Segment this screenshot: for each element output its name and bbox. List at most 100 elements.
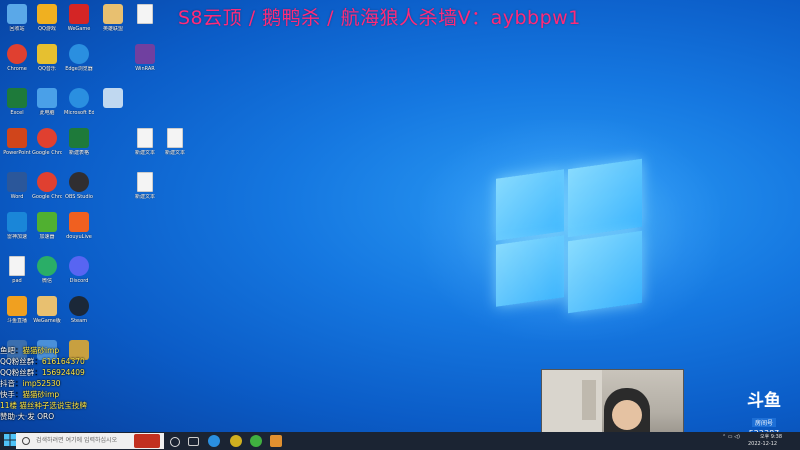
desktop-icon-label: douyuLive xyxy=(66,234,92,240)
edge-icon xyxy=(69,44,89,64)
desktop-icon-label: WeGame xyxy=(67,26,91,32)
overlay-line: 11楼 猫丝种子选说宝技牌 xyxy=(0,401,87,410)
desktop-icon[interactable]: 新建文本 xyxy=(160,128,190,156)
desktop-icon-label: Chrome xyxy=(7,66,27,72)
desktop-icon[interactable]: Steam xyxy=(64,296,94,324)
tray-icons[interactable]: ⌃ ▭ ◁) xyxy=(722,434,740,440)
desktop-icon[interactable]: OBS Studio xyxy=(64,172,94,200)
room-tag: 房间号 xyxy=(751,418,776,427)
desktop-icon-label: QQ游戏 xyxy=(38,26,56,32)
desktop-icon-label: WeGame版 xyxy=(33,318,61,324)
excel-icon xyxy=(69,128,89,148)
desktop-icon[interactable] xyxy=(98,88,128,110)
file-icon xyxy=(167,128,183,148)
chrome-icon xyxy=(7,44,27,64)
overlay-line: 抖音：imp52530 xyxy=(0,379,61,388)
clock-time[interactable]: 오후 9:38 xyxy=(760,433,782,440)
desktop-icon[interactable]: 加速器 xyxy=(32,212,62,240)
desktop-icon[interactable]: 微信 xyxy=(32,256,62,284)
file-icon xyxy=(137,172,153,192)
desktop-icon[interactable] xyxy=(130,4,160,26)
excel-icon xyxy=(7,88,27,108)
obs-icon xyxy=(69,172,89,192)
taskbar: 검색하려면 여기에 입력하십시오 ⌃ ▭ ◁) 오후 9:38 2022-12-… xyxy=(0,432,800,450)
desktop-icon[interactable]: Excel xyxy=(2,88,32,116)
douyu-logo: 斗鱼 xyxy=(747,391,781,411)
desktop-icon-label: 新建文本 xyxy=(164,150,185,156)
desktop-icon[interactable]: WeGame xyxy=(64,4,94,32)
desktop-icon-label: 新建文本 xyxy=(134,194,155,200)
desktop-icon[interactable]: Microsoft Edge xyxy=(64,88,94,116)
wechat-icon xyxy=(37,256,57,276)
app-icon xyxy=(37,212,57,232)
task-view-icon[interactable] xyxy=(170,437,180,447)
desktop-icon-label: Discord xyxy=(69,278,89,284)
desktop-icon[interactable]: Chrome xyxy=(2,44,32,72)
desktop-icon-label: 新建表格 xyxy=(68,150,89,156)
desktop-icon-label: Edge浏览器 xyxy=(65,66,93,72)
file-icon xyxy=(137,4,153,24)
desktop-icon-label: 回收站 xyxy=(9,26,25,32)
app-taskbar-icon[interactable] xyxy=(250,435,262,447)
desktop-icon-label: WinRAR xyxy=(135,66,155,72)
overlay-line: QQ粉丝群：616164370 xyxy=(0,357,85,366)
app-icon xyxy=(37,44,57,64)
edge-icon xyxy=(69,88,89,108)
desktop-icon-label: Steam xyxy=(70,318,88,324)
desktop-icon[interactable]: QQ游戏 xyxy=(32,4,62,32)
desktop-icon-label: Google Chrome xyxy=(32,194,62,200)
desktop-icon[interactable]: Word xyxy=(2,172,32,200)
computer-icon xyxy=(37,88,57,108)
desktop-icon-label: Google Chrome xyxy=(32,150,62,156)
desktop-icon-label: PowerPoint xyxy=(3,150,31,156)
stream-title-overlay: S8云顶 / 鹅鸭杀 / 航海狼人杀墙V：aybbpw1 xyxy=(178,7,581,29)
desktop-icon-label: 斗鱼直播 xyxy=(6,318,27,324)
desktop-icon[interactable]: Discord xyxy=(64,256,94,284)
app-icon xyxy=(7,212,27,232)
desktop-icon[interactable]: douyuLive xyxy=(64,212,94,240)
chrome-icon xyxy=(37,128,57,148)
app-icon xyxy=(37,296,57,316)
desktop-icon[interactable]: 此电脑 xyxy=(32,88,62,116)
desktop-icon-label: 加速器 xyxy=(39,234,55,240)
desktop-icon[interactable]: Google Chrome xyxy=(32,172,62,200)
task-view-button[interactable] xyxy=(188,437,199,446)
desktop-icon[interactable]: QQ音乐 xyxy=(32,44,62,72)
windows-start-icon[interactable] xyxy=(4,434,16,446)
stream-info-overlay: 鱼吧：猫猫砂imp QQ粉丝群：616164370 QQ粉丝群：15692440… xyxy=(0,345,125,432)
desktop: S8云顶 / 鹅鸭杀 / 航海狼人杀墙V：aybbpw1 回收站 QQ游戏 WeGa… xyxy=(0,0,800,449)
word-icon xyxy=(7,172,27,192)
file-icon xyxy=(137,128,153,148)
desktop-icon-label: OBS Studio xyxy=(65,194,93,200)
desktop-icon[interactable]: 英雄联盟 xyxy=(98,4,128,32)
desktop-icon[interactable]: 新建文本 xyxy=(130,128,160,156)
desktop-icon[interactable]: 斗鱼直播 xyxy=(2,296,32,324)
desktop-icon-label: pad xyxy=(12,278,22,284)
desktop-icon[interactable]: 回收站 xyxy=(2,4,32,32)
desktop-icon-label: Excel xyxy=(10,110,24,116)
powerpoint-icon xyxy=(7,128,27,148)
recycle-bin-icon xyxy=(7,4,27,24)
desktop-icon[interactable]: WinRAR xyxy=(130,44,160,72)
app-taskbar-icon[interactable] xyxy=(270,435,282,447)
desktop-icon[interactable]: Edge浏览器 xyxy=(64,44,94,72)
app-taskbar-icon[interactable] xyxy=(230,435,242,447)
app-icon xyxy=(69,212,89,232)
desktop-icon-label: Word xyxy=(10,194,24,200)
overlay-line: 鱼吧：猫猫砂imp xyxy=(0,346,60,355)
desktop-icon[interactable]: 新建表格 xyxy=(64,128,94,156)
overlay-line: QQ粉丝群：156924409 xyxy=(0,368,85,377)
desktop-icon[interactable]: 雷神加速 xyxy=(2,212,32,240)
taskbar-promo-icon[interactable] xyxy=(134,434,160,448)
desktop-icon[interactable]: 新建文本 xyxy=(130,172,160,200)
desktop-icon[interactable]: pad xyxy=(2,256,32,284)
overlay-line: 赞助·大·发 ORO xyxy=(0,412,55,421)
desktop-icon-label: 微信 xyxy=(41,278,52,284)
desktop-icon[interactable]: WeGame版 xyxy=(32,296,62,324)
desktop-icon[interactable]: Google Chrome xyxy=(32,128,62,156)
discord-icon xyxy=(69,256,89,276)
edge-taskbar-icon[interactable] xyxy=(208,435,220,447)
desktop-icon[interactable]: PowerPoint xyxy=(2,128,32,156)
winrar-icon xyxy=(135,44,155,64)
clock-date[interactable]: 2022-12-12 xyxy=(748,441,777,447)
